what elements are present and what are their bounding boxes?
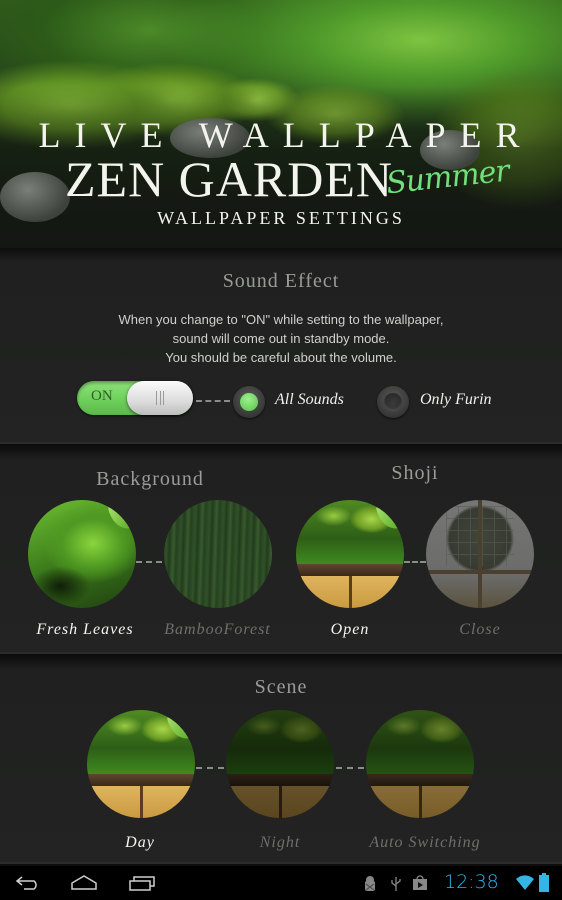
connector-line xyxy=(196,767,224,769)
garden-view xyxy=(366,710,474,774)
radio-dot xyxy=(240,393,258,411)
tatami-floor xyxy=(87,786,195,818)
tatami-floor xyxy=(366,786,474,818)
all-sounds-label[interactable]: All Sounds xyxy=(275,391,344,409)
only-furin-label[interactable]: Only Furin xyxy=(420,391,492,409)
status-clock: 12:38 xyxy=(444,871,499,893)
usb-icon xyxy=(391,877,401,891)
fresh-leaves-thumbnail[interactable] xyxy=(28,500,136,608)
wood-rail xyxy=(296,564,404,576)
recent-apps-icon[interactable] xyxy=(128,874,156,892)
grip-icon xyxy=(156,391,164,405)
connector-line xyxy=(136,561,162,563)
radio-all-sounds[interactable] xyxy=(233,386,265,418)
shoji-open-label[interactable]: Open xyxy=(300,621,400,639)
description-line: You should be careful about the volume. xyxy=(165,350,397,365)
selected-leaf-icon xyxy=(108,504,130,532)
tatami-floor xyxy=(296,576,404,608)
connector-line xyxy=(196,400,230,402)
garden-view xyxy=(296,500,404,564)
description-line: sound will come out in standby mode. xyxy=(172,331,390,346)
scene-title: Scene xyxy=(254,676,308,698)
wood-rail xyxy=(87,774,195,786)
background-title: Background xyxy=(96,468,204,490)
sound-effect-title: Sound Effect xyxy=(222,270,340,292)
system-navigation-bar: 12:38 xyxy=(0,866,562,900)
background-shoji-panel: Background Shoji Fresh Leaves BambooFore… xyxy=(0,446,562,654)
scene-auto-switching-label[interactable]: Auto Switching xyxy=(345,834,505,852)
sound-effect-description: When you change to "ON" while setting to… xyxy=(0,310,562,367)
shoji-frame xyxy=(478,500,482,608)
toggle-knob[interactable] xyxy=(127,381,193,415)
wallpaper-settings-heading: WALLPAPER SETTINGS xyxy=(157,208,405,228)
sound-effect-panel: Sound Effect When you change to "ON" whi… xyxy=(0,248,562,444)
android-debug-icon xyxy=(365,876,375,891)
bamboo-forest-thumbnail[interactable] xyxy=(164,500,272,608)
scene-day-thumbnail[interactable] xyxy=(87,710,195,818)
tatami-floor xyxy=(226,786,334,818)
play-store-icon xyxy=(413,875,427,890)
battery-icon xyxy=(539,873,549,892)
radio-only-furin[interactable] xyxy=(377,386,409,418)
shoji-close-label[interactable]: Close xyxy=(430,621,530,639)
scene-night-label[interactable]: Night xyxy=(230,834,330,852)
scene-night-thumbnail[interactable] xyxy=(226,710,334,818)
sound-toggle[interactable]: ON xyxy=(77,381,193,415)
wood-rail xyxy=(226,774,334,786)
header-banner: LIVE WALLPAPER ZEN GARDEN Summer WALLPAP… xyxy=(0,0,562,248)
connector-line xyxy=(404,561,426,563)
shoji-title: Shoji xyxy=(391,462,439,484)
radio-dot xyxy=(384,393,402,411)
garden-view xyxy=(226,710,334,774)
description-line: When you change to "ON" while setting to… xyxy=(118,312,444,327)
fresh-leaves-label[interactable]: Fresh Leaves xyxy=(20,621,150,639)
shoji-close-thumbnail[interactable] xyxy=(426,500,534,608)
scene-day-label[interactable]: Day xyxy=(90,834,190,852)
scene-panel: Scene Day Night Auto Switching xyxy=(0,656,562,864)
wood-rail xyxy=(366,774,474,786)
back-icon[interactable] xyxy=(14,874,42,892)
home-icon[interactable] xyxy=(70,874,98,892)
toggle-on-label: ON xyxy=(91,388,113,404)
connector-line xyxy=(336,767,364,769)
wifi-icon xyxy=(516,875,534,890)
scene-auto-switching-thumbnail[interactable] xyxy=(366,710,474,818)
shoji-frame xyxy=(426,570,534,574)
bamboo-forest-label[interactable]: BambooForest xyxy=(150,621,285,639)
garden-view xyxy=(87,710,195,774)
shoji-open-thumbnail[interactable] xyxy=(296,500,404,608)
